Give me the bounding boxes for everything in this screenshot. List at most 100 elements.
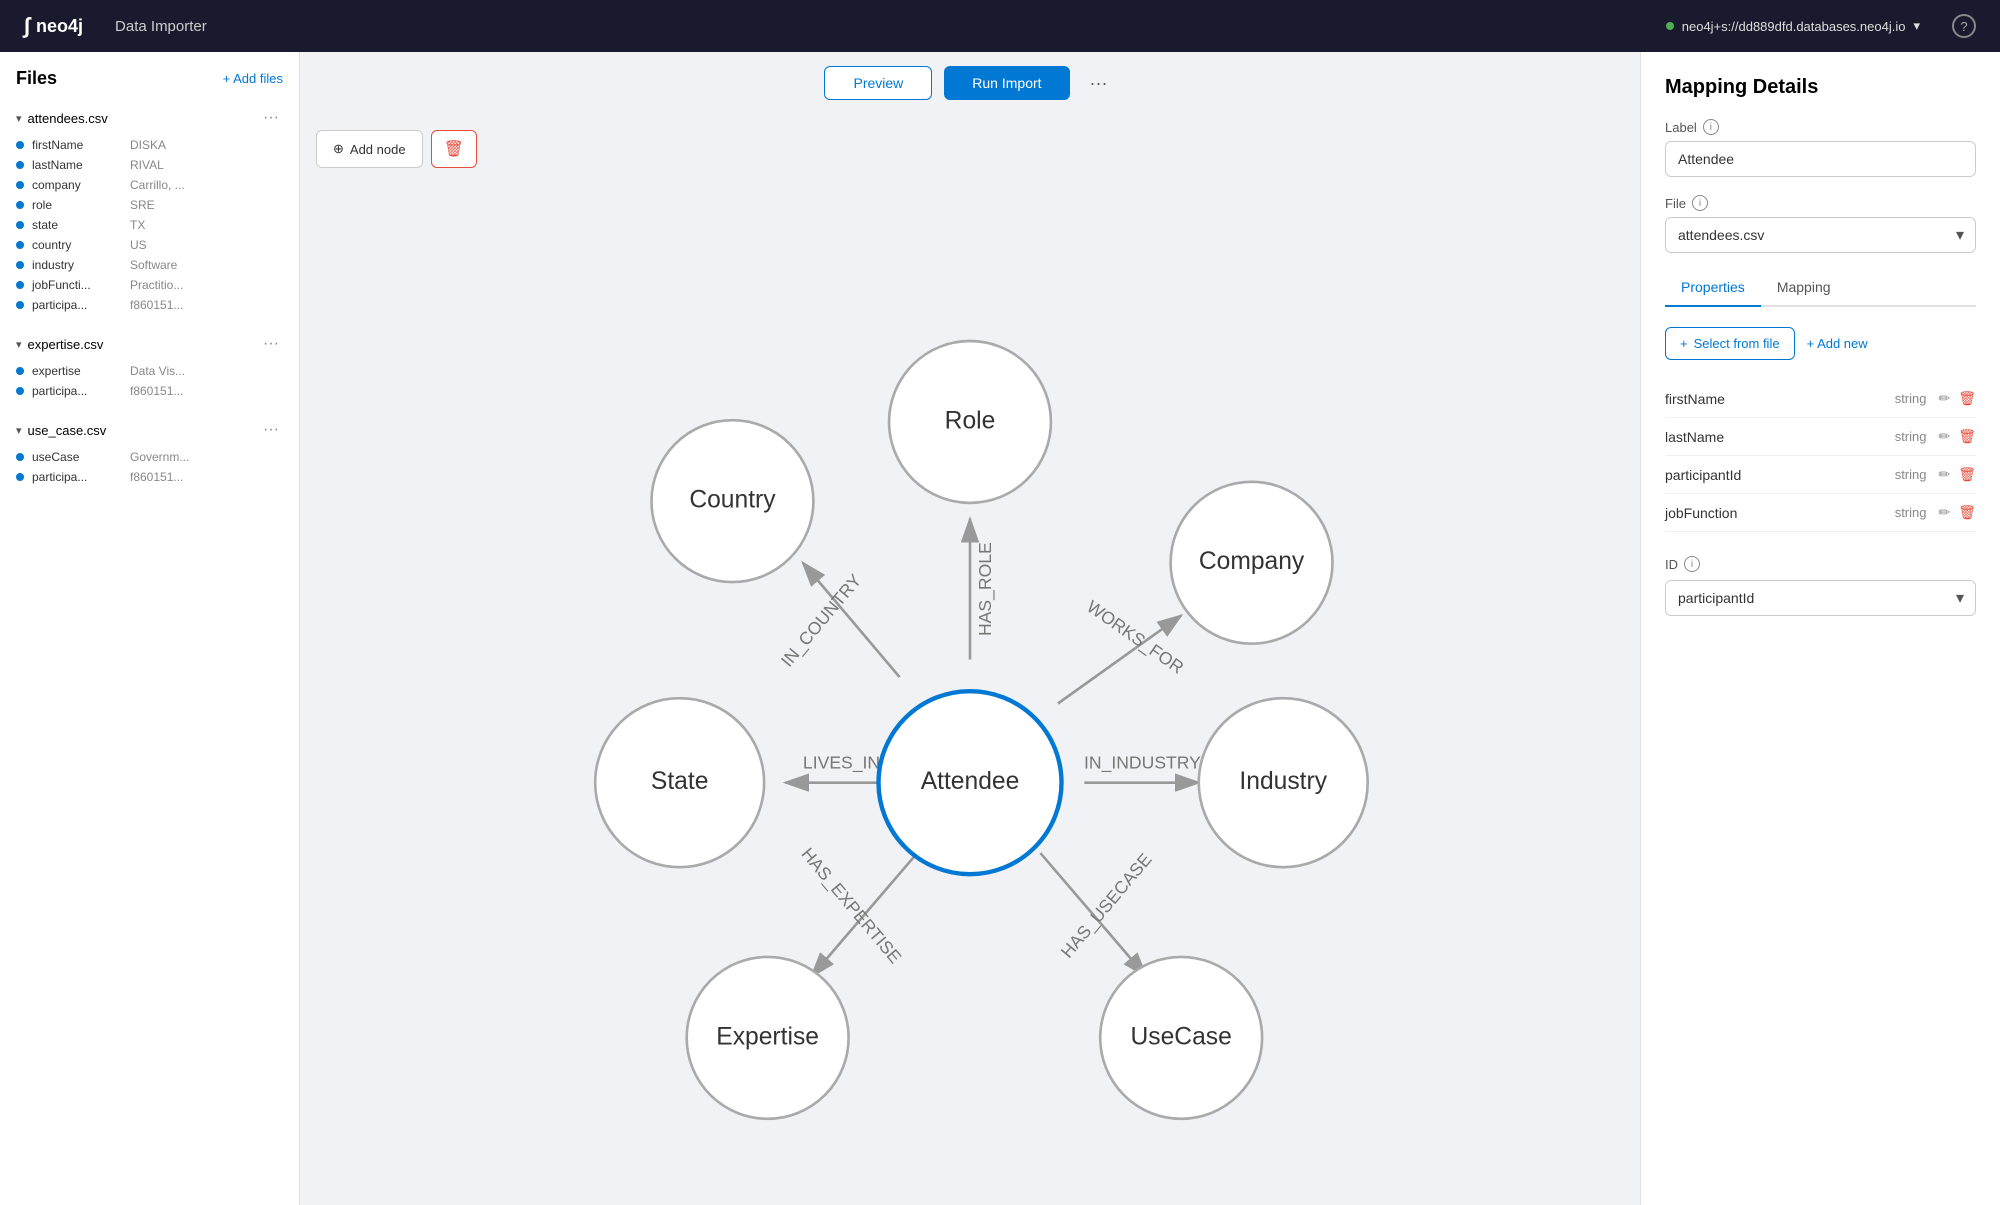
add-new-button[interactable]: + Add new bbox=[1807, 327, 1868, 360]
db-connection-label: neo4j+s://dd889dfd.databases.neo4j.io bbox=[1682, 19, 1906, 34]
file-menu-attendees[interactable]: ··· bbox=[259, 107, 283, 129]
field-dot bbox=[16, 453, 24, 461]
chevron-down-icon: ▾ bbox=[16, 424, 22, 437]
edge-label-lives-in: LIVES_IN bbox=[803, 753, 880, 774]
prop-delete-button[interactable]: 🗑 bbox=[1958, 428, 1976, 445]
add-node-button[interactable]: ⊕ Add node bbox=[316, 130, 423, 168]
property-row: participantId string ✏ 🗑 bbox=[1665, 456, 1976, 494]
prop-type: string bbox=[1895, 391, 1927, 406]
field-dot bbox=[16, 281, 24, 289]
file-group-usecase: ▾ use_case.csv ··· useCase Governm... pa… bbox=[0, 413, 299, 491]
edge-label-works-for: WORKS_FOR bbox=[1083, 596, 1188, 678]
node-usecase-label: UseCase bbox=[1131, 1023, 1232, 1050]
field-value: Data Vis... bbox=[130, 364, 185, 378]
edge-label-has-usecase: HAS_USECASE bbox=[1057, 849, 1157, 962]
logo-text: neo4j bbox=[36, 16, 83, 37]
field-row: jobFuncti... Practitio... bbox=[16, 275, 283, 295]
file-name-expertise: expertise.csv bbox=[28, 337, 259, 352]
prop-name: lastName bbox=[1665, 429, 1895, 445]
file-header-expertise[interactable]: ▾ expertise.csv ··· bbox=[0, 327, 299, 361]
field-row: participa... f860151... bbox=[16, 467, 283, 487]
id-section: ID i participantId bbox=[1665, 556, 1976, 616]
field-row: participa... f860151... bbox=[16, 295, 283, 315]
preview-button[interactable]: Preview bbox=[824, 66, 932, 100]
file-select[interactable]: attendees.csv bbox=[1665, 217, 1976, 253]
canvas-area: Preview Run Import ··· ⊕ Add node 🗑 bbox=[300, 52, 1640, 1205]
file-header-attendees[interactable]: ▾ attendees.csv ··· bbox=[0, 101, 299, 135]
file-header-usecase[interactable]: ▾ use_case.csv ··· bbox=[0, 413, 299, 447]
prop-type: string bbox=[1895, 429, 1927, 444]
file-fields-expertise: expertise Data Vis... participa... f8601… bbox=[0, 361, 299, 405]
delete-button[interactable]: 🗑 bbox=[431, 130, 477, 168]
id-info-icon[interactable]: i bbox=[1684, 556, 1700, 572]
file-menu-usecase[interactable]: ··· bbox=[259, 419, 283, 441]
field-value: Software bbox=[130, 258, 177, 272]
prop-type: string bbox=[1895, 467, 1927, 482]
select-from-file-button[interactable]: + Select from file bbox=[1665, 327, 1795, 360]
field-row: useCase Governm... bbox=[16, 447, 283, 467]
add-files-button[interactable]: + Add files bbox=[223, 71, 283, 86]
file-group-expertise: ▾ expertise.csv ··· expertise Data Vis..… bbox=[0, 327, 299, 405]
sidebar-title: Files bbox=[16, 68, 57, 89]
field-name: jobFuncti... bbox=[32, 278, 122, 292]
prop-edit-button[interactable]: ✏ bbox=[1938, 428, 1950, 445]
prop-edit-button[interactable]: ✏ bbox=[1938, 390, 1950, 407]
field-dot bbox=[16, 161, 24, 169]
node-country-label: Country bbox=[689, 487, 776, 514]
db-connection[interactable]: neo4j+s://dd889dfd.databases.neo4j.io ▾ bbox=[1666, 18, 1920, 34]
id-field-label: ID i bbox=[1665, 556, 1976, 572]
tab-mapping[interactable]: Mapping bbox=[1761, 271, 1847, 307]
chevron-down-icon: ▾ bbox=[16, 112, 22, 125]
right-panel: Mapping Details Label i File i attendees… bbox=[1640, 52, 2000, 1205]
more-options-button[interactable]: ··· bbox=[1082, 69, 1116, 98]
chevron-down-icon: ▾ bbox=[16, 338, 22, 351]
field-name: role bbox=[32, 198, 122, 212]
edge-label-has-expertise: HAS_EXPERTISE bbox=[797, 844, 906, 968]
field-dot bbox=[16, 473, 24, 481]
field-value: f860151... bbox=[130, 470, 183, 484]
tab-properties[interactable]: Properties bbox=[1665, 271, 1761, 307]
field-dot bbox=[16, 201, 24, 209]
logo: ∫ neo4j bbox=[24, 13, 83, 39]
id-select-value: participantId bbox=[1678, 590, 1754, 606]
graph-canvas[interactable]: ⊕ Add node 🗑 HAS_ROLE bbox=[300, 114, 1640, 1205]
field-name: industry bbox=[32, 258, 122, 272]
field-value: Governm... bbox=[130, 450, 189, 464]
prop-delete-button[interactable]: 🗑 bbox=[1958, 390, 1976, 407]
action-row: + Select from file + Add new bbox=[1665, 327, 1976, 360]
field-value: TX bbox=[130, 218, 145, 232]
prop-delete-button[interactable]: 🗑 bbox=[1958, 504, 1976, 521]
label-field-label: Label i bbox=[1665, 119, 1976, 135]
field-name: expertise bbox=[32, 364, 122, 378]
field-row: industry Software bbox=[16, 255, 283, 275]
prop-actions: ✏ 🗑 bbox=[1938, 504, 1976, 521]
label-input[interactable] bbox=[1665, 141, 1976, 177]
help-icon[interactable]: ? bbox=[1952, 14, 1976, 38]
field-name: participa... bbox=[32, 470, 122, 484]
field-name: state bbox=[32, 218, 122, 232]
select-from-file-label: Select from file bbox=[1694, 336, 1780, 351]
node-expertise-label: Expertise bbox=[716, 1023, 819, 1050]
field-value: DISKA bbox=[130, 138, 166, 152]
file-field-label: File i bbox=[1665, 195, 1976, 211]
id-select[interactable]: participantId bbox=[1665, 580, 1976, 616]
canvas-toolbar: Preview Run Import ··· bbox=[300, 52, 1640, 114]
file-fields-attendees: firstName DISKA lastName RIVAL company C… bbox=[0, 135, 299, 319]
field-name: participa... bbox=[32, 384, 122, 398]
prop-actions: ✏ 🗑 bbox=[1938, 466, 1976, 483]
file-menu-expertise[interactable]: ··· bbox=[259, 333, 283, 355]
plus-icon: + bbox=[1680, 336, 1688, 351]
field-dot bbox=[16, 141, 24, 149]
prop-edit-button[interactable]: ✏ bbox=[1938, 504, 1950, 521]
prop-delete-button[interactable]: 🗑 bbox=[1958, 466, 1976, 483]
field-row: company Carrillo, ... bbox=[16, 175, 283, 195]
file-name-attendees: attendees.csv bbox=[28, 111, 259, 126]
run-import-button[interactable]: Run Import bbox=[944, 66, 1069, 100]
file-info-icon[interactable]: i bbox=[1692, 195, 1708, 211]
property-row: jobFunction string ✏ 🗑 bbox=[1665, 494, 1976, 532]
field-dot bbox=[16, 301, 24, 309]
node-state-label: State bbox=[651, 768, 708, 795]
prop-edit-button[interactable]: ✏ bbox=[1938, 466, 1950, 483]
field-dot bbox=[16, 241, 24, 249]
label-info-icon[interactable]: i bbox=[1703, 119, 1719, 135]
